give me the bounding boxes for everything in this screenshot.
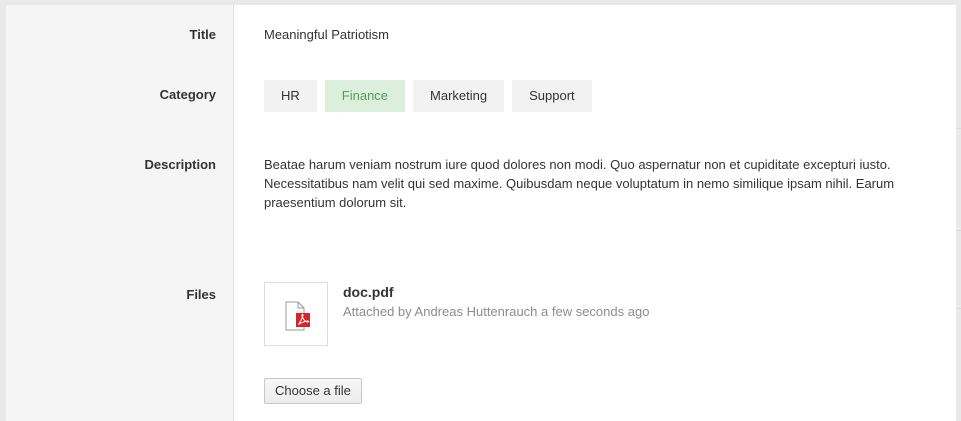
category-label: Category xyxy=(159,87,216,102)
category-tab-finance[interactable]: Finance xyxy=(324,80,406,112)
file-thumbnail[interactable] xyxy=(264,282,328,346)
label-column: Title Category Description Files xyxy=(6,5,234,421)
category-tabs: HR Finance Marketing Support xyxy=(264,80,592,112)
files-label: Files xyxy=(186,287,216,302)
choose-file-button[interactable]: Choose a file xyxy=(264,378,362,404)
category-tab-hr[interactable]: HR xyxy=(264,80,317,112)
title-label: Title xyxy=(189,27,217,42)
description-text: Beatae harum veniam nostrum iure quod do… xyxy=(264,157,895,210)
page-background: Title Category Description Files Meaning… xyxy=(0,0,961,421)
file-name-link[interactable]: doc.pdf xyxy=(343,284,649,300)
file-attached-info: Attached by Andreas Huttenrauch a few se… xyxy=(343,304,650,319)
pdf-file-icon xyxy=(285,301,310,331)
title-value: Meaningful Patriotism xyxy=(264,27,389,42)
category-tab-support[interactable]: Support xyxy=(512,80,592,112)
category-tab-marketing[interactable]: Marketing xyxy=(413,80,505,112)
value-column: Meaningful Patriotism HR Finance Marketi… xyxy=(234,5,956,421)
file-meta: doc.pdf Attached by Andreas Huttenrauch … xyxy=(343,282,649,319)
form-panel: Title Category Description Files Meaning… xyxy=(6,5,956,421)
file-item: doc.pdf Attached by Andreas Huttenrauch … xyxy=(264,282,649,346)
description-label: Description xyxy=(144,157,216,172)
